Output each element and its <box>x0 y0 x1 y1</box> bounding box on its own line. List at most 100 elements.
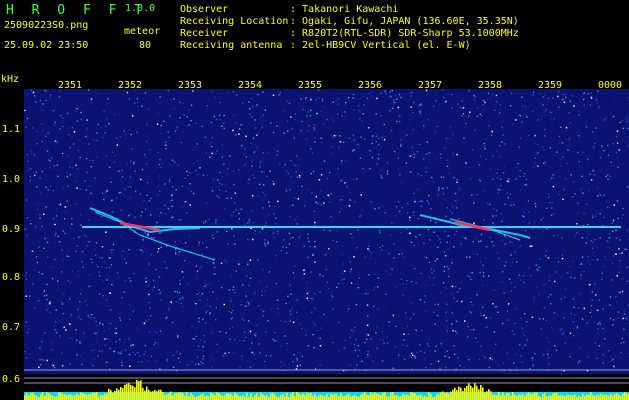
noise-dot <box>190 359 192 362</box>
noise-dot <box>510 290 512 292</box>
noise-dot <box>446 207 448 209</box>
noise-dot <box>110 309 112 311</box>
noise-dot <box>337 168 339 170</box>
noise-dot <box>68 134 70 136</box>
noise-dot <box>171 321 174 324</box>
noise-dot <box>502 172 505 174</box>
noise-dot <box>409 219 411 221</box>
noise-dot <box>233 183 235 186</box>
level-bar <box>158 389 160 400</box>
noise-dot <box>540 228 542 230</box>
noise-dot <box>234 243 236 245</box>
noise-dot <box>282 361 285 363</box>
noise-dot <box>290 160 292 162</box>
noise-dot <box>562 217 565 220</box>
noise-dot <box>253 177 256 179</box>
noise-dot <box>465 122 467 124</box>
level-bar <box>160 389 162 400</box>
noise-dot <box>70 314 72 316</box>
noise-dot <box>264 106 266 109</box>
noise-dot <box>321 100 324 102</box>
noise-dot <box>578 360 581 362</box>
noise-dot <box>558 91 560 93</box>
noise-dot <box>242 284 244 286</box>
noise-dot <box>577 212 579 214</box>
noise-dot <box>123 130 126 132</box>
noise-dot <box>69 337 72 339</box>
noise-dot <box>215 219 217 221</box>
noise-dot <box>62 154 64 157</box>
noise-dot <box>616 103 619 105</box>
noise-dot <box>303 205 306 207</box>
noise-dot <box>276 154 279 156</box>
noise-dot <box>600 278 603 281</box>
noise-dot <box>124 133 127 135</box>
noise-dot <box>252 238 254 241</box>
noise-dot <box>27 160 29 163</box>
noise-dot <box>594 239 596 241</box>
noise-dot <box>378 153 380 156</box>
noise-dot <box>296 359 298 361</box>
noise-dot <box>95 320 97 323</box>
noise-dot <box>58 96 60 98</box>
noise-dot <box>294 196 296 199</box>
noise-dot <box>386 162 389 164</box>
noise-dot <box>363 104 365 106</box>
noise-dot <box>249 142 252 144</box>
noise-dot <box>25 199 28 201</box>
noise-dot <box>64 359 66 361</box>
noise-dot <box>196 356 199 358</box>
noise-dot <box>292 204 294 206</box>
noise-dot <box>36 130 38 133</box>
noise-dot <box>576 223 578 225</box>
level-bar <box>546 396 548 400</box>
noise-dot <box>368 245 370 247</box>
noise-dot <box>94 238 96 240</box>
noise-dot <box>98 271 100 273</box>
level-bar <box>24 395 26 400</box>
noise-dot <box>614 98 616 100</box>
noise-dot <box>494 306 497 308</box>
noise-dot <box>303 269 305 272</box>
noise-dot <box>319 291 321 293</box>
noise-dot <box>319 345 322 347</box>
noise-dot <box>243 164 245 167</box>
level-bar <box>212 393 214 400</box>
noise-dot <box>622 317 624 320</box>
noise-dot <box>76 108 79 110</box>
noise-dot <box>442 366 444 369</box>
noise-dot <box>115 332 118 334</box>
noise-dot <box>134 190 137 193</box>
level-bar <box>406 394 408 400</box>
noise-dot <box>433 105 435 107</box>
noise-dot <box>600 367 603 369</box>
noise-dot <box>456 300 458 302</box>
noise-dot <box>56 142 59 144</box>
noise-dot <box>54 121 56 123</box>
level-bar <box>334 393 336 400</box>
noise-dot <box>473 99 476 101</box>
noise-dot <box>498 145 501 147</box>
noise-dot <box>251 116 253 118</box>
noise-dot <box>184 242 187 244</box>
noise-dot <box>176 126 178 128</box>
noise-dot <box>447 310 450 312</box>
noise-dot <box>49 359 52 361</box>
noise-dot <box>303 246 305 249</box>
noise-dot <box>552 97 554 99</box>
noise-dot <box>323 202 325 204</box>
noise-dot <box>526 339 528 341</box>
noise-dot <box>439 241 442 244</box>
noise-dot <box>457 199 459 201</box>
level-bar <box>176 393 178 400</box>
noise-dot <box>356 364 358 366</box>
noise-dot <box>153 286 156 288</box>
noise-dot <box>156 123 159 125</box>
level-bar <box>42 392 44 400</box>
noise-dot <box>139 106 142 108</box>
noise-dot <box>290 175 292 178</box>
noise-dot <box>425 257 428 259</box>
noise-dot <box>428 194 430 197</box>
noise-dot <box>576 327 579 329</box>
noise-dot <box>221 176 224 178</box>
